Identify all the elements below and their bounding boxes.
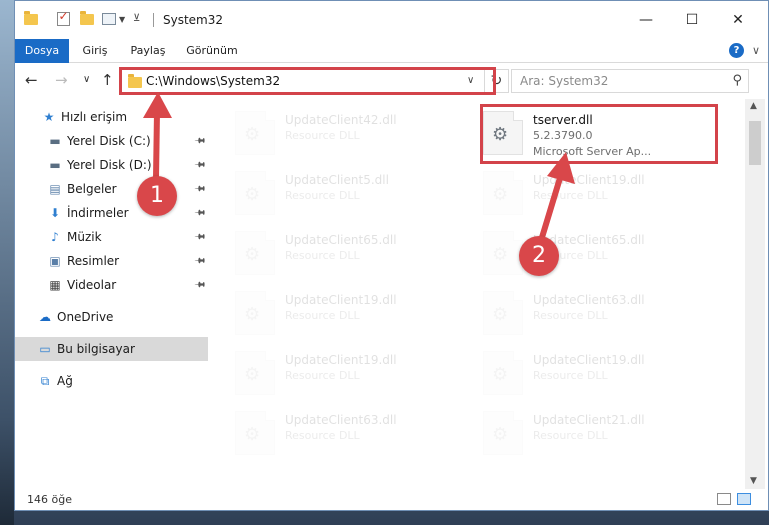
arrow-2-head (547, 152, 575, 184)
callout-1: 1 (137, 176, 177, 216)
arrow-1-head (143, 92, 172, 118)
callout-2: 2 (519, 236, 559, 276)
arrow-1-shaft (153, 111, 160, 179)
annotation-arrows (143, 92, 575, 245)
arrow-2-shaft (537, 177, 563, 245)
